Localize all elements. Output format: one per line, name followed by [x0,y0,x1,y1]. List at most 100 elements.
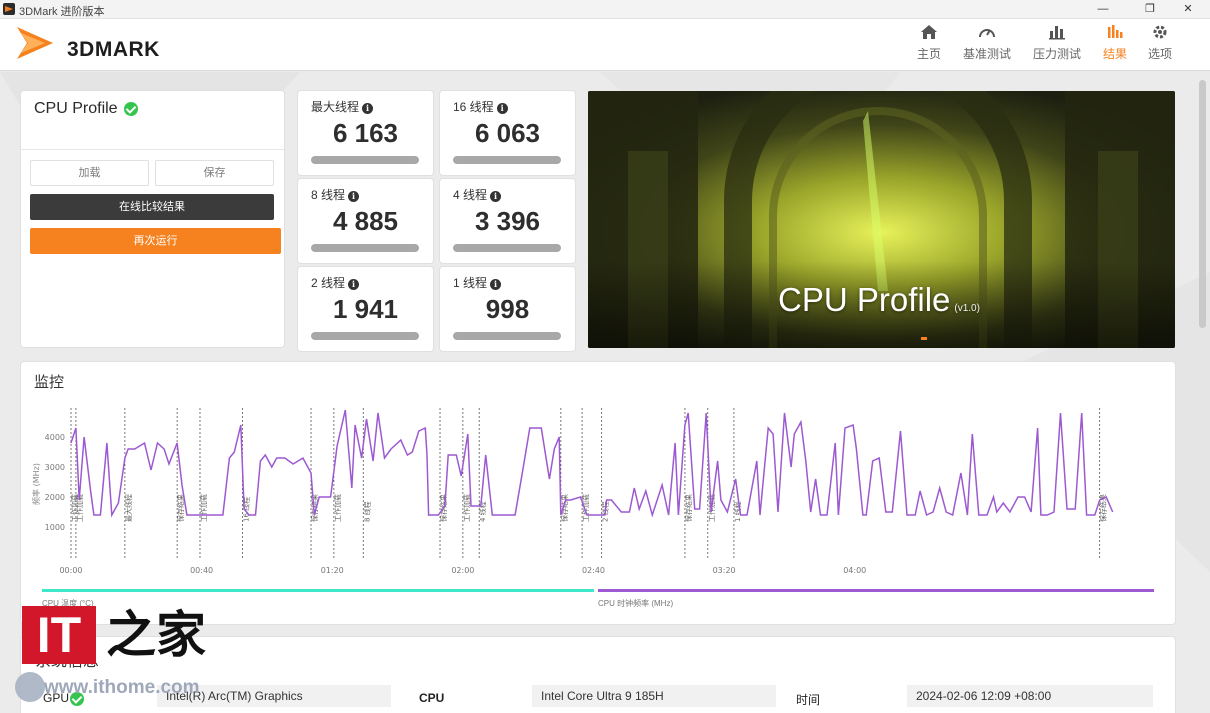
phase-marker-label: 保存结果 [684,494,693,522]
results-icon [1108,25,1123,38]
score-label: 最大线程 [311,100,360,114]
info-icon[interactable]: i [496,103,508,114]
info-icon[interactable]: i [348,279,360,290]
legend-bar-clock [598,589,1154,592]
app-icon [3,3,15,15]
score-label: 1 线程 [453,276,488,290]
phase-marker-label: 保存结果 [310,494,319,522]
phase-marker-label: 工作加载 [462,494,471,522]
y-tick-label: 4000 [45,433,65,442]
3dmark-logo[interactable]: 3DMARK [15,25,185,63]
phase-marker-label: 16 线程 [241,497,250,522]
nav-options[interactable]: 选项 [1130,24,1190,62]
x-tick-label: 00:00 [59,566,82,575]
gear-icon [1153,25,1167,39]
speedometer-icon [979,29,995,38]
score-bar [453,156,561,164]
hero-title: CPU Profile (v1.0) [778,281,980,319]
nav-options-label: 选项 [1147,47,1172,61]
score-value: 6 163 [332,118,399,148]
info-icon[interactable]: i [490,191,502,202]
score-tile: 1 线程 i 998 [440,267,575,351]
load-button[interactable]: 加载 [30,160,149,186]
x-tick-label: 04:00 [843,566,866,575]
score-bar [311,156,419,164]
phase-markers: 工作加载工作加载 最大线程 保存结果 工作加载 16 线程 保存结果 工作加载 8 线程 保存结… [70,408,1108,560]
score-value: 1 941 [332,294,399,324]
info-icon[interactable]: i [490,279,502,290]
y-tick-label: 1000 [45,523,65,532]
x-tick-label: 01:20 [321,566,344,575]
phase-marker-label: 工作加载 [199,494,208,522]
cpu-clock-line [70,409,1114,518]
score-label: 4 线程 [453,188,488,202]
scrollbar[interactable] [1199,80,1206,328]
score-tile: 8 线程 i 4 885 [298,179,433,263]
info-icon[interactable]: i [362,103,374,114]
watermark-url: www.ithome.com [44,677,200,698]
y-tick-label: 3000 [45,463,65,472]
phase-marker-label: 最大线程 [124,494,133,522]
title-bar: 3DMark 进阶版本 — ❐ ✕ [0,0,1210,19]
result-card: CPU Profile 加载 保存 在线比较结果 再次运行 [21,91,284,347]
score-tile: 2 线程 i 1 941 [298,267,433,351]
x-tick-label: 03:20 [713,566,736,575]
score-bar [453,332,561,340]
time-key: 时间 [796,693,821,707]
nav-benchmarks-label: 基准测试 [962,47,1011,61]
y-axis-title: 频率 (MHz) [31,463,41,505]
watermark-circle [15,672,45,702]
close-button[interactable]: ✕ [1165,0,1210,19]
phase-marker-label: 8 线程 [362,501,371,522]
check-icon [124,102,138,116]
logo-text: 3DMARK [67,38,160,61]
benchmark-hero-image: CPU Profile (v1.0) [588,91,1175,348]
score-bar [311,332,419,340]
score-bar [453,244,561,252]
nav-home[interactable]: 主页 [899,24,959,62]
hero-title-text: CPU Profile [778,281,951,318]
score-tile: 4 线程 i 3 396 [440,179,575,263]
compare-online-button[interactable]: 在线比较结果 [30,194,274,220]
score-value: 4 885 [332,206,399,236]
score-value: 3 396 [474,206,541,236]
run-again-button[interactable]: 再次运行 [30,228,281,254]
score-value: 6 063 [474,118,541,148]
legend-label-clock: CPU 时钟频率 (MHz) [598,599,674,608]
score-tile: 16 线程 i 6 063 [440,91,575,175]
frequency-chart: 工作加载工作加载 最大线程 保存结果 工作加载 16 线程 保存结果 工作加载 8 线程 保存结… [31,408,1114,575]
score-value: 998 [485,294,530,324]
nav-stress-tests-label: 压力测试 [1032,47,1081,61]
info-icon[interactable]: i [348,191,360,202]
time-value: 2024-02-06 12:09 +08:00 [907,685,1153,707]
watermark-it-logo: IT [22,606,96,664]
hero-version: (v1.0) [954,303,980,314]
x-axis: 00:00 00:40 01:20 02:00 02:40 03:20 04:00 [59,566,866,575]
cpu-key: CPU [419,691,445,705]
app-header: 3DMARK 主页 基准测试 压力测试 结果 选项 [0,19,1210,71]
phase-marker-label: 工作加载 [581,494,590,522]
score-bar [311,244,419,252]
watermark-chinese: 之家 [106,607,206,663]
nav-benchmarks[interactable]: 基准测试 [957,24,1017,62]
result-card-header: CPU Profile [21,91,284,150]
carousel-indicator[interactable] [921,337,927,340]
home-icon [921,25,937,39]
3dmark-flame-icon [17,27,53,59]
phase-marker-label: 工作加载 [333,494,342,522]
minimize-button[interactable]: — [1080,0,1126,19]
save-button[interactable]: 保存 [155,160,274,186]
phase-marker-label: 4 线程 [478,501,487,522]
result-title: CPU Profile [34,100,118,117]
monitor-panel: 监控 工作加载 工作加载 最大线程 保存结果 工作加载 16 线程 保存结果 工作加载 8 线程… [21,362,1175,624]
y-axis: 频率 (MHz) 1000 2000 3000 4000 [31,433,65,532]
cpu-value: Intel Core Ultra 9 185H [532,685,776,707]
x-tick-label: 02:00 [451,566,474,575]
score-label: 16 线程 [453,100,494,114]
bar-chart-icon [1049,26,1065,40]
nav-home-label: 主页 [916,47,941,61]
legend-bar-temp [42,589,594,592]
score-label: 8 线程 [311,188,346,202]
y-tick-label: 2000 [45,493,65,502]
nav-stress-tests[interactable]: 压力测试 [1027,24,1087,62]
